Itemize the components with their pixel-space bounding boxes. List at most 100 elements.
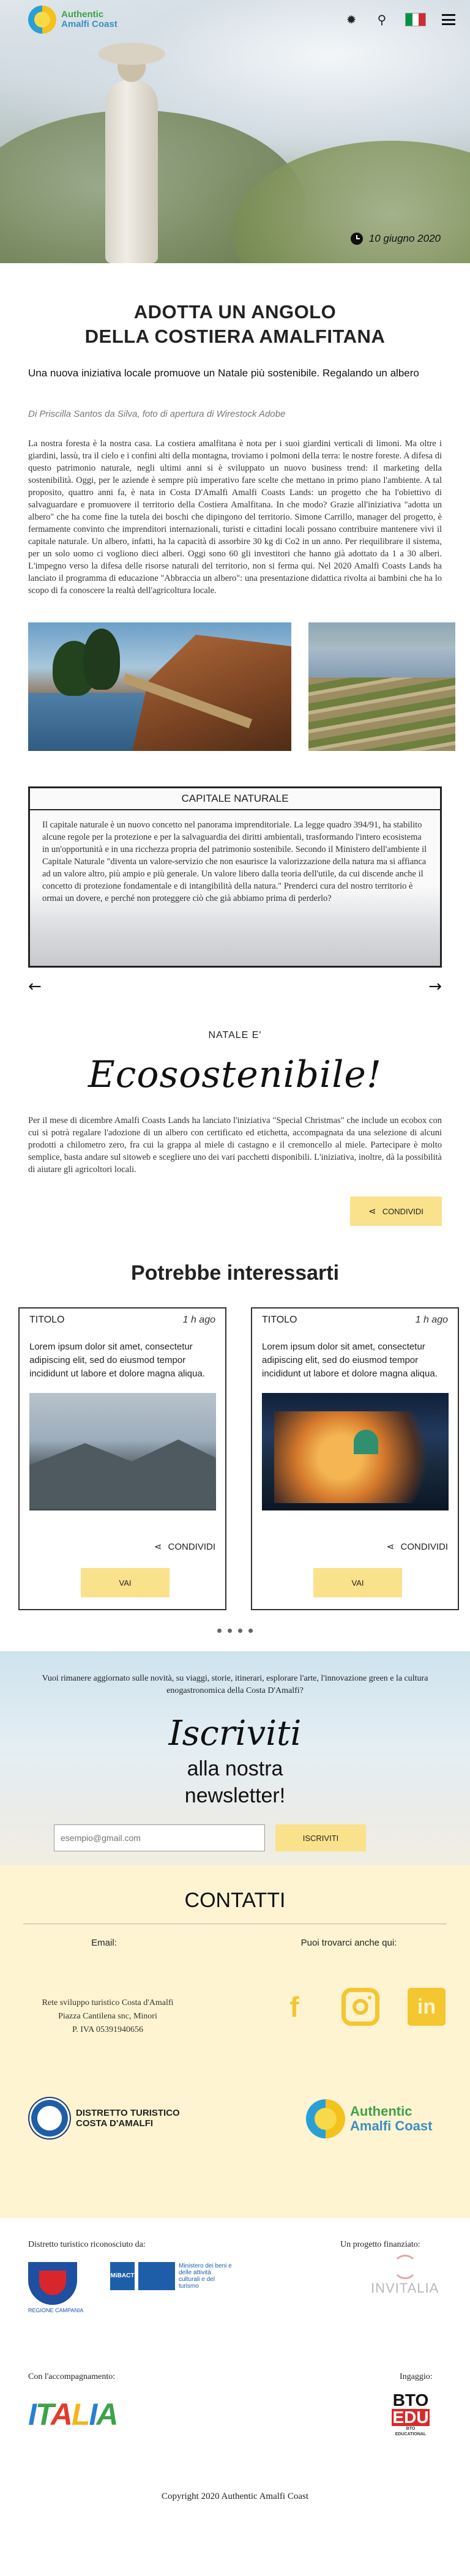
distretto-seal-icon	[28, 2097, 71, 2140]
email-field[interactable]	[54, 1824, 265, 1851]
social-label: Puoi trovarci anche qui:	[300, 1938, 397, 1948]
distretto-logo[interactable]: DISTRETTO TURISTICO COSTA D'AMALFI	[28, 2097, 180, 2140]
hero-woman-dress	[105, 80, 158, 263]
logo-line1: Authentic	[350, 2104, 412, 2119]
article-body: La nostra foresta è la nostra casa. La c…	[28, 439, 442, 595]
capitale-title: CAPITALE NATURALE	[30, 788, 440, 810]
carousel-dot[interactable]	[248, 1629, 253, 1633]
mibact-logo[interactable]: MiBACT Ministero dei beni e delle attivi…	[110, 2262, 234, 2290]
card-image-ridge	[29, 1439, 216, 1509]
accompanied-label: Con l'accompagnamento:	[28, 2372, 116, 2381]
card-description: Lorem ipsum dolor sit amet, consectetur …	[262, 1342, 438, 1379]
share-button[interactable]: ⋖ CONDIVIDI	[350, 1197, 442, 1226]
flag-stripe-white	[412, 13, 419, 26]
article-byline: Di Priscilla Santos da Silva, foto di ap…	[28, 409, 286, 419]
mibact-text: Ministero dei beni e delle attività cult…	[179, 2263, 232, 2290]
top-icons: ✹ ⚲	[344, 12, 455, 27]
share-icon: ⋖	[386, 1541, 395, 1552]
article-title-line2: DELLA COSTIERA AMALFITANA	[84, 326, 386, 347]
italia-logo[interactable]: ITALIA	[28, 2397, 118, 2432]
card-share-button[interactable]: ⋖ CONDIVIDI	[387, 1541, 448, 1552]
invitalia-text: INVITALIA	[371, 2280, 439, 2296]
related-card[interactable]: TITOLO 1 h ago Lorem ipsum dolor sit ame…	[251, 1307, 459, 1610]
email-label: Email:	[91, 1938, 117, 1948]
italia-letter: I	[28, 2397, 37, 2432]
regione-campania-logo[interactable]: REGIONE CAMPANIA	[28, 2262, 84, 2317]
facebook-icon[interactable]: f	[275, 1988, 313, 2026]
arrow-left-icon[interactable]: ←	[28, 979, 42, 995]
logo-sun-icon	[306, 2099, 345, 2138]
capitale-text: Il capitale naturale è un nuovo concetto…	[42, 820, 427, 903]
funded-label: Un progetto finanziato:	[340, 2240, 420, 2249]
article-title: ADOTTA UN ANGOLO DELLA COSTIERA AMALFITA…	[0, 300, 470, 349]
article-subtitle: Una nuova iniziativa locale promuove un …	[28, 367, 419, 379]
natale-body: Per il mese di dicembre Amalfi Coasts La…	[28, 1116, 442, 1174]
hero-woman-hat	[98, 43, 165, 65]
natale-pretitle: NATALE E'	[208, 1030, 262, 1040]
share-icon: ⋖	[368, 1206, 376, 1217]
hero-banner: Authentic Amalfi Coast ✹ ⚲ 10 giugno 202…	[0, 0, 470, 263]
photo-terraces	[308, 678, 455, 751]
logo-line1: Authentic	[61, 9, 104, 20]
social-links: f in	[275, 1988, 446, 2026]
card-image-mountains	[29, 1393, 216, 1510]
bto-edu-logo[interactable]: BTO EDU BTO EDUCATIONAL	[392, 2392, 430, 2437]
mibact-short: MiBACT	[110, 2262, 135, 2290]
card-header: TITOLO 1 h ago	[20, 1309, 225, 1326]
coastal-path-photo[interactable]	[28, 622, 291, 751]
gear-icon[interactable]: ✹	[344, 12, 359, 27]
carousel-dot[interactable]	[217, 1629, 222, 1633]
invitalia-logo[interactable]: INVITALIA	[371, 2255, 439, 2296]
menu-bar	[442, 23, 455, 25]
logo-text: Authentic Amalfi Coast	[61, 10, 118, 29]
carousel-dot[interactable]	[228, 1629, 232, 1633]
share-button-label: CONDIVIDI	[382, 1206, 423, 1216]
newsletter-script-title: Iscriviti	[168, 1714, 302, 1753]
distretto-text: DISTRETTO TURISTICO COSTA D'AMALFI	[76, 2108, 180, 2129]
share-row: ⋖ CONDIVIDI	[28, 1197, 442, 1226]
italia-letter: L	[71, 2397, 91, 2432]
linkedin-icon[interactable]: in	[408, 1988, 446, 2026]
hero-woman-figure	[92, 43, 171, 263]
sponsors-section: Distretto turistico riconosciuto da: Un …	[0, 2218, 470, 2576]
carousel-arrows: ← →	[28, 979, 442, 995]
search-icon[interactable]: ⚲	[375, 12, 389, 27]
photo-gallery	[28, 622, 470, 751]
logo-line2: Amalfi Coast	[61, 19, 118, 29]
arrow-right-icon[interactable]: →	[428, 979, 442, 995]
card-image-lights	[274, 1411, 439, 1503]
campania-caption: REGIONE CAMPANIA	[28, 2307, 84, 2313]
newsletter-section: Vuoi rimanere aggiornato sulle novità, s…	[0, 1651, 470, 1865]
distretto-line2: COSTA D'AMALFI	[76, 2118, 154, 2129]
photo-tree	[83, 629, 120, 690]
contacts-section: CONTATTI Email: Puoi trovarci anche qui:…	[0, 1865, 470, 2218]
related-card[interactable]: TITOLO 1 h ago Lorem ipsum dolor sit ame…	[18, 1307, 226, 1610]
footer-copyright: Copyright 2020 Authentic Amalfi Coast	[162, 2492, 308, 2501]
authentic-amalfi-logo[interactable]: Authentic Amalfi Coast	[306, 2099, 432, 2138]
carousel-dots	[0, 1629, 470, 1633]
instagram-icon[interactable]	[341, 1988, 379, 2026]
edu-text: EDU	[392, 2408, 430, 2427]
distretto-line1: DISTRETTO TURISTICO	[76, 2108, 180, 2118]
card-share-button[interactable]: ⋖ CONDIVIDI	[154, 1541, 215, 1552]
site-logo[interactable]: Authentic Amalfi Coast	[28, 6, 118, 34]
carousel-dot[interactable]	[238, 1629, 242, 1633]
related-section-title: Potrebbe interessarti	[130, 1261, 340, 1285]
address-line: Piazza Cantilena snc, Minori	[58, 2012, 157, 2021]
menu-bar	[442, 18, 455, 21]
card-description: Lorem ipsum dolor sit amet, consectetur …	[29, 1342, 205, 1379]
clock-icon	[350, 233, 363, 245]
article-date: 10 giugno 2020	[350, 233, 441, 245]
mibact-mark	[138, 2262, 175, 2290]
newsletter-subtitle-line1: alla nostra	[187, 1757, 283, 1780]
flag-stripe-green	[406, 13, 412, 26]
article-date-text: 10 giugno 2020	[368, 233, 441, 244]
card-image-night-town	[261, 1393, 449, 1510]
card-go-button[interactable]: VAI	[81, 1568, 170, 1597]
menu-icon[interactable]	[442, 14, 455, 25]
subscribe-button[interactable]: ISCRIVITI	[275, 1824, 366, 1851]
logo-line2: Amalfi Coast	[350, 2118, 433, 2134]
terraces-photo[interactable]	[308, 622, 455, 751]
card-go-button[interactable]: VAI	[313, 1568, 402, 1597]
italy-flag-icon[interactable]	[405, 13, 426, 26]
